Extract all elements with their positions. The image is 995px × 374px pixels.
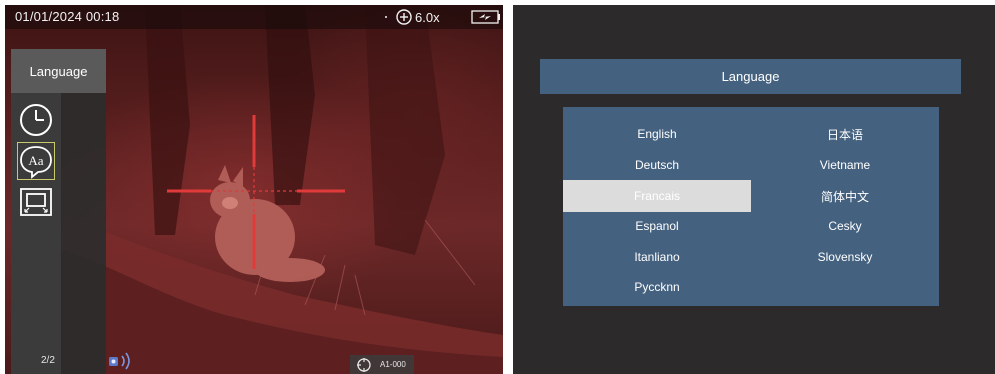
zoom-indicator: 6.0x bbox=[395, 7, 440, 27]
datetime-label: 01/01/2024 00:18 bbox=[15, 9, 120, 24]
language-option-deutsch[interactable]: Deutsch bbox=[563, 149, 751, 181]
language-option-itanliano[interactable]: Itanliano bbox=[563, 241, 751, 273]
language-option-espanol[interactable]: Espanol bbox=[563, 210, 751, 242]
target-icon bbox=[357, 357, 371, 372]
battery-charging-icon bbox=[471, 10, 500, 24]
language-option-pycckhh[interactable]: Pyccknn bbox=[563, 271, 751, 303]
language-aa-icon[interactable]: Aa bbox=[17, 142, 55, 180]
settings-menu: Language Aa bbox=[11, 49, 106, 374]
language-screen: Language English Deutsch Francais Espano… bbox=[513, 5, 995, 374]
language-option-slovensky[interactable]: Slovensky bbox=[751, 241, 939, 273]
language-option-japanese[interactable]: 日本语 bbox=[751, 118, 939, 150]
language-header: Language bbox=[540, 59, 961, 94]
record-status: A1-000 bbox=[350, 355, 414, 374]
language-option-francais[interactable]: Francais bbox=[563, 180, 751, 212]
zoom-plus-icon bbox=[396, 9, 412, 25]
language-option-cesky[interactable]: Cesky bbox=[751, 210, 939, 242]
zoom-value: 6.0x bbox=[415, 9, 440, 25]
display-screen-icon[interactable] bbox=[17, 183, 55, 221]
record-label: A1-000 bbox=[380, 360, 406, 369]
clock-icon[interactable] bbox=[17, 101, 55, 139]
language-list: English Deutsch Francais Espanol Itanlia… bbox=[563, 107, 939, 306]
svg-text:Aa: Aa bbox=[28, 153, 43, 168]
moon-icon bbox=[377, 11, 387, 23]
status-bar: 01/01/2024 00:18 6.0x bbox=[5, 5, 503, 29]
language-option-vietname[interactable]: Vietname bbox=[751, 149, 939, 181]
language-option-simplified-chinese[interactable]: 简体中文 bbox=[751, 180, 939, 212]
wifi-icon bbox=[109, 352, 130, 370]
menu-icon-strip: Aa bbox=[11, 93, 61, 374]
menu-title: Language bbox=[11, 49, 106, 93]
page-indicator: 2/2 bbox=[41, 355, 55, 366]
viewfinder: 01/01/2024 00:18 6.0x Language Aa 2/2 A1… bbox=[5, 5, 503, 374]
language-option-english[interactable]: English bbox=[563, 118, 751, 150]
